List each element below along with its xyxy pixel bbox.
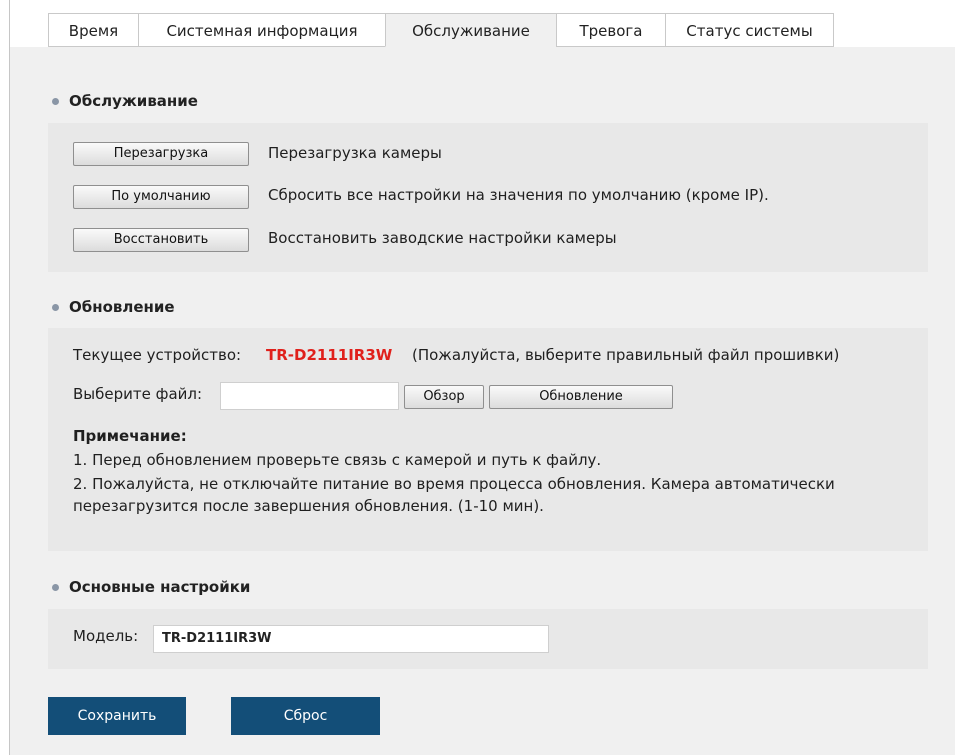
note-title: Примечание:: [73, 427, 187, 445]
choose-file-label: Выберите файл:: [73, 385, 203, 403]
default-description: Сбросить все настройки на значения по ум…: [268, 186, 769, 204]
update-button[interactable]: Обновление: [489, 385, 673, 409]
page-frame: Время Системная информация Обслуживание …: [0, 0, 955, 755]
section-update-label: Обновление: [69, 298, 175, 316]
bullet-icon: [52, 97, 59, 105]
reboot-description: Перезагрузка камеры: [268, 144, 442, 162]
left-border: [9, 0, 10, 755]
tab-time[interactable]: Время: [48, 13, 139, 47]
bullet-icon: [52, 303, 59, 311]
section-maintenance-label: Обслуживание: [69, 92, 198, 110]
tab-alarm[interactable]: Тревога: [556, 13, 666, 47]
note-line-1: 1. Перед обновлением проверьте связь с к…: [73, 451, 602, 469]
section-update-title: Обновление: [52, 298, 175, 316]
device-model-value: TR-D2111IR3W: [266, 346, 393, 364]
model-label: Модель:: [73, 627, 139, 645]
bullet-icon: [52, 583, 59, 591]
note-line-2b: перезагрузится после завершения обновлен…: [73, 497, 544, 515]
note-line-2a: 2. Пожалуйста, не отключайте питание во …: [73, 475, 835, 493]
file-path-input[interactable]: [220, 382, 399, 410]
default-button[interactable]: По умолчанию: [73, 185, 249, 209]
restore-button[interactable]: Восстановить: [73, 228, 249, 252]
reboot-button[interactable]: Перезагрузка: [73, 142, 249, 166]
tab-system-status[interactable]: Статус системы: [665, 13, 834, 47]
reset-button[interactable]: Сброс: [231, 697, 380, 735]
model-input[interactable]: TR-D2111IR3W: [153, 625, 549, 653]
device-hint: (Пожалуйста, выберите правильный файл пр…: [412, 346, 840, 364]
tab-system-info[interactable]: Системная информация: [138, 13, 386, 47]
section-basic-title: Основные настройки: [52, 578, 250, 596]
browse-button[interactable]: Обзор: [404, 385, 484, 409]
save-button[interactable]: Сохранить: [48, 697, 186, 735]
section-basic-label: Основные настройки: [69, 578, 251, 596]
tab-bar: Время Системная информация Обслуживание …: [48, 13, 834, 48]
current-device-label: Текущее устройство:: [73, 346, 242, 364]
tab-maintenance[interactable]: Обслуживание: [385, 13, 557, 47]
restore-description: Восстановить заводские настройки камеры: [268, 229, 617, 247]
section-maintenance-title: Обслуживание: [52, 92, 198, 110]
